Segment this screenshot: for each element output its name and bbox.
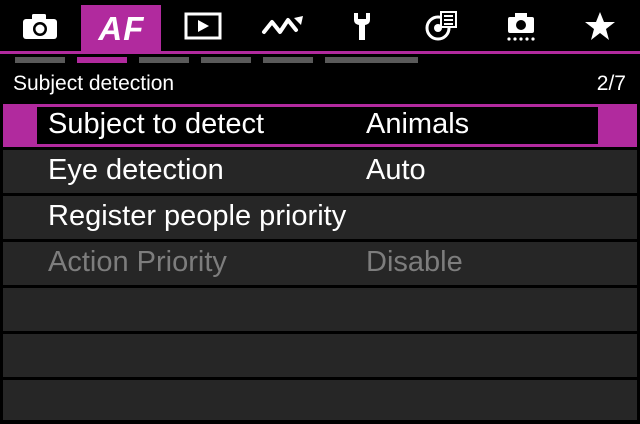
menu-item-empty — [3, 334, 637, 377]
menu-item-subject-to-detect[interactable]: Subject to detect Animals — [3, 104, 637, 147]
menu-item-label: Action Priority — [48, 246, 227, 278]
page-dot — [325, 57, 375, 63]
menu-item-label: Eye detection — [48, 154, 224, 186]
page-dot — [15, 57, 65, 63]
page-dot — [139, 57, 189, 63]
tab-custom-functions[interactable] — [402, 0, 481, 52]
menu-item-empty — [3, 380, 637, 420]
page-dot — [263, 57, 313, 63]
custom-functions-icon — [424, 10, 458, 42]
camera-menu-screen: AF Subject detection 2/7 Subject to dete… — [0, 0, 640, 424]
tab-af[interactable]: AF — [81, 5, 162, 52]
menu-item-value: Auto — [366, 154, 426, 186]
menu-item-empty — [3, 288, 637, 331]
tab-playback[interactable] — [163, 0, 242, 52]
menu-list: Subject to detect Animals Eye detection … — [3, 104, 637, 420]
menu-item-label: Subject to detect — [48, 108, 265, 140]
page-dot-active — [77, 57, 127, 63]
page-indicator — [0, 57, 640, 65]
menu-item-register-people-priority[interactable]: Register people priority — [3, 196, 637, 239]
star-icon — [584, 11, 616, 41]
camera-settings-icon — [504, 10, 538, 42]
tab-camera-settings[interactable] — [481, 0, 560, 52]
page-dot — [201, 57, 251, 63]
wireless-icon — [261, 12, 305, 40]
playback-icon — [184, 12, 222, 40]
page-title: Subject detection — [13, 72, 175, 95]
tab-wireless[interactable] — [243, 0, 322, 52]
menu-header: Subject detection 2/7 — [0, 70, 640, 102]
menu-item-label: Register people priority — [48, 200, 347, 232]
camera-icon — [20, 11, 60, 41]
tab-shooting[interactable] — [0, 0, 79, 52]
wrench-icon — [348, 10, 376, 42]
page-number: 2/7 — [596, 72, 626, 95]
tab-accent-line — [0, 51, 640, 54]
page-dot — [372, 57, 418, 63]
tab-setup[interactable] — [322, 0, 401, 52]
af-tab-label: AF — [98, 9, 145, 47]
menu-item-action-priority: Action Priority Disable — [3, 242, 637, 285]
menu-item-value: Disable — [366, 246, 463, 278]
tab-my-menu[interactable] — [561, 0, 640, 52]
menu-item-eye-detection[interactable]: Eye detection Auto — [3, 150, 637, 193]
menu-tab-bar: AF — [0, 0, 640, 52]
menu-item-value: Animals — [366, 108, 470, 140]
